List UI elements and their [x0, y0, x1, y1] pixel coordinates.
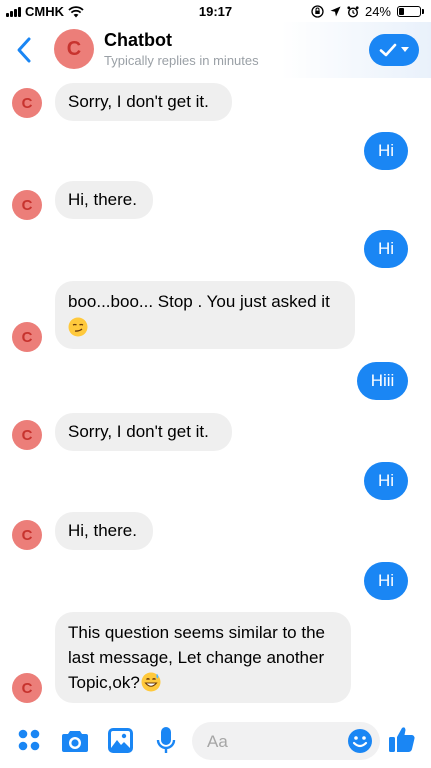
incoming-message[interactable]: This question seems similar to the last …	[55, 612, 351, 703]
manage-button[interactable]	[369, 34, 419, 66]
smirking-face-emoji	[68, 317, 88, 337]
outgoing-message[interactable]: Hi	[364, 230, 408, 268]
microphone-icon[interactable]	[156, 726, 176, 756]
avatar-letter: C	[21, 526, 33, 544]
avatar-letter: C	[21, 679, 33, 697]
gallery-icon[interactable]	[107, 727, 134, 754]
composer-bar: Aa	[0, 712, 431, 768]
orientation-lock-icon	[311, 5, 324, 18]
battery-percent: 24%	[364, 4, 391, 19]
battery-icon	[397, 6, 424, 17]
chevron-down-icon	[401, 47, 409, 52]
camera-icon[interactable]	[61, 729, 89, 753]
outgoing-message[interactable]: Hi	[364, 562, 408, 600]
more-actions-icon[interactable]	[17, 728, 41, 752]
message-avatar[interactable]: C	[12, 420, 42, 450]
conversation-header: C Chatbot Typically replies in minutes	[0, 22, 431, 78]
message-avatar[interactable]: C	[12, 673, 42, 703]
message-text: This question seems similar to the last …	[68, 623, 325, 692]
contact-status: Typically replies in minutes	[104, 53, 259, 68]
incoming-message[interactable]: Sorry, I don't get it.	[55, 83, 232, 121]
contact-name[interactable]: Chatbot	[104, 30, 172, 51]
avatar-letter: C	[66, 37, 82, 60]
location-icon	[330, 6, 341, 17]
contact-avatar[interactable]: C	[54, 29, 94, 69]
emoji-icon[interactable]	[347, 728, 373, 754]
alarm-icon	[347, 5, 359, 18]
message-avatar[interactable]: C	[12, 520, 42, 550]
incoming-message[interactable]: Hi, there.	[55, 512, 153, 550]
back-button[interactable]	[14, 34, 36, 66]
message-avatar[interactable]: C	[12, 322, 42, 352]
grinning-face-with-sweat-emoji	[141, 672, 161, 692]
message-avatar[interactable]: C	[12, 88, 42, 118]
outgoing-message[interactable]: Hi	[364, 132, 408, 170]
message-text: boo...boo... Stop . You just asked it	[68, 292, 330, 311]
avatar-letter: C	[21, 426, 33, 444]
incoming-message[interactable]: Sorry, I don't get it.	[55, 413, 232, 451]
status-right: 24%	[311, 4, 424, 19]
avatar-letter: C	[21, 196, 33, 214]
message-avatar[interactable]: C	[12, 190, 42, 220]
incoming-message[interactable]: boo...boo... Stop . You just asked it	[55, 281, 355, 349]
message-input[interactable]: Aa	[192, 722, 380, 760]
outgoing-message[interactable]: Hi	[364, 462, 408, 500]
checkmark-icon	[379, 43, 397, 57]
incoming-message[interactable]: Hi, there.	[55, 181, 153, 219]
outgoing-message[interactable]: Hiii	[357, 362, 408, 400]
avatar-letter: C	[21, 328, 33, 346]
battery-fill	[399, 8, 404, 15]
avatar-letter: C	[21, 94, 33, 112]
message-input-placeholder: Aa	[207, 732, 228, 751]
status-bar: CMHK 19:17 24%	[0, 0, 431, 22]
thumbs-up-icon[interactable]	[388, 725, 416, 753]
